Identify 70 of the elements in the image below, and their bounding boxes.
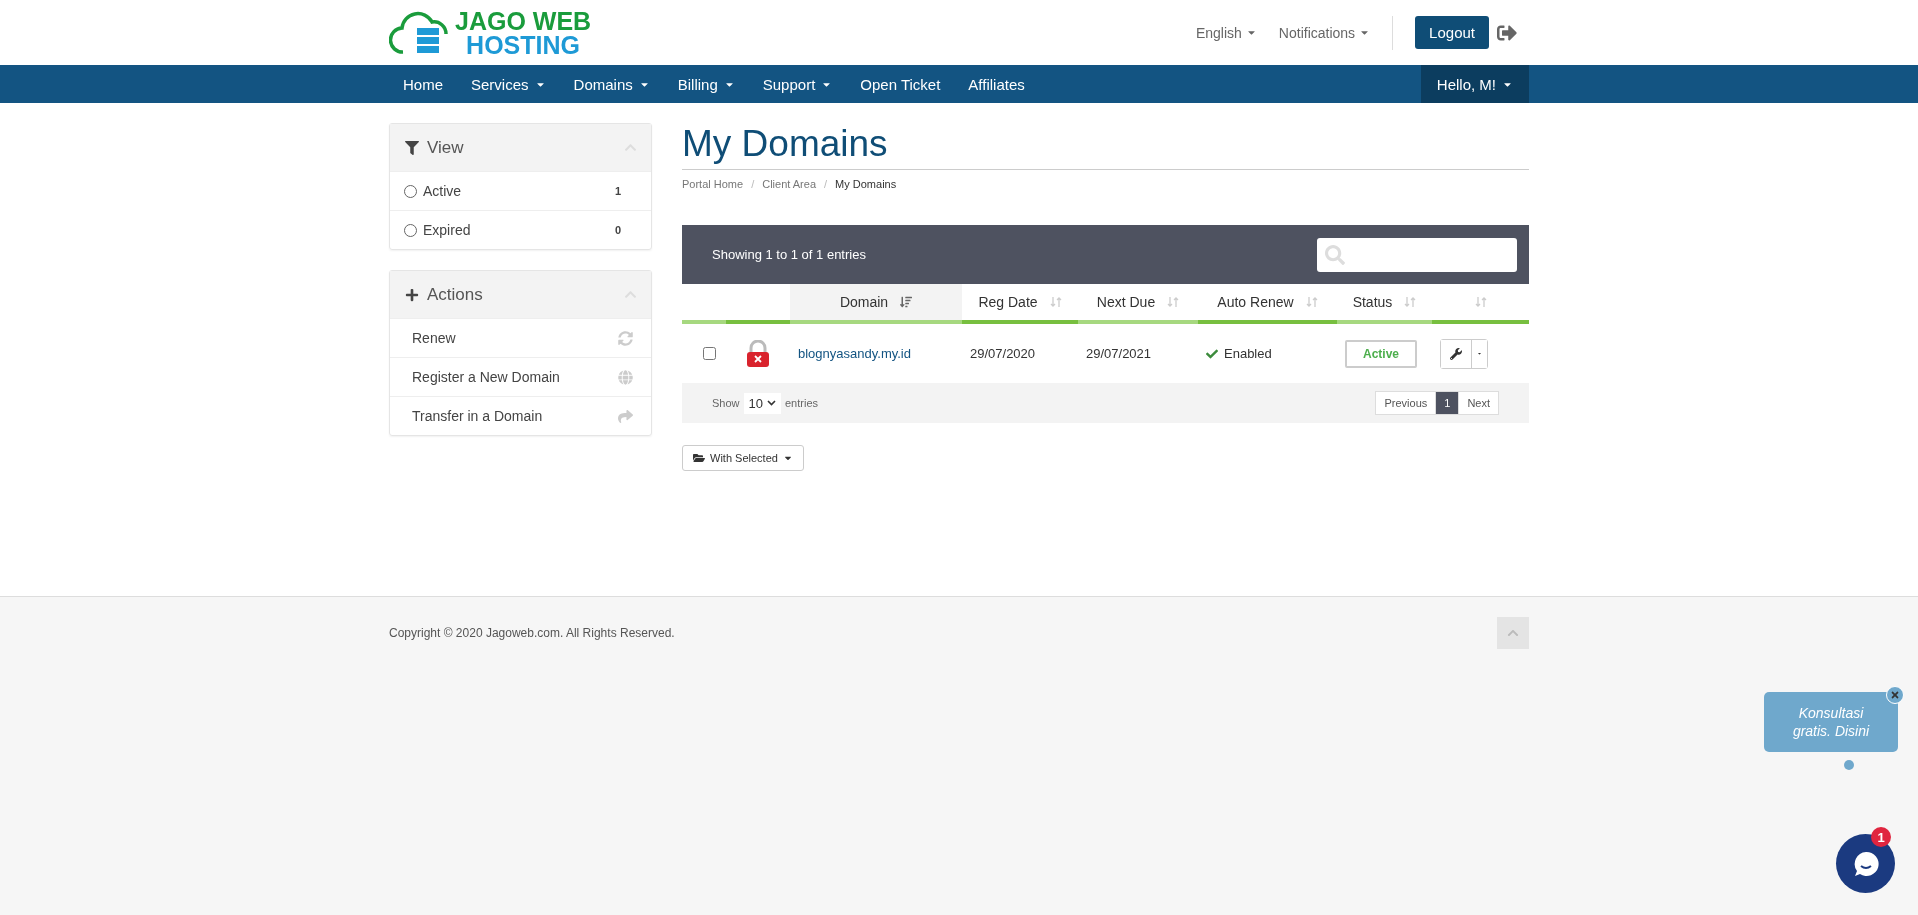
- breadcrumb-separator: /: [824, 178, 828, 190]
- with-selected-button[interactable]: With Selected: [682, 445, 804, 471]
- pagination-button[interactable]: Previous: [1375, 391, 1437, 415]
- chevron-down-icon: [767, 400, 776, 406]
- sort-icon: [1049, 296, 1062, 308]
- nav-item[interactable]: Billing: [663, 65, 749, 103]
- nav-item[interactable]: Support: [748, 65, 847, 103]
- share-arrow-icon: [618, 408, 633, 424]
- breadcrumb-link[interactable]: Portal Home: [682, 178, 744, 190]
- page-title: My Domains: [682, 123, 1529, 170]
- nav-item[interactable]: Services: [457, 65, 560, 103]
- top-menu-link[interactable]: English: [1195, 24, 1257, 41]
- breadcrumb-separator: /: [751, 178, 755, 190]
- page-size-select[interactable]: 10: [743, 392, 781, 414]
- status-label: Active: [1345, 339, 1418, 368]
- filter-label: Expired: [423, 222, 471, 238]
- pagination-button[interactable]: Next: [1458, 391, 1499, 415]
- padlock-icon: [746, 339, 770, 368]
- search-icon: [1325, 244, 1345, 265]
- table-cell: Enabled: [1224, 346, 1272, 361]
- copyright-text: Copyright © 2020 Jagoweb.com. All Rights Reserved.: [389, 626, 675, 640]
- count-label: 1: [614, 185, 621, 197]
- search-field[interactable]: [1317, 237, 1517, 272]
- refresh-icon: [618, 330, 633, 346]
- pagination-button[interactable]: 1: [1435, 391, 1460, 415]
- filter-icon: [405, 140, 419, 155]
- domain-link[interactable]: blognyasandy.my.id: [798, 346, 911, 361]
- panel-title: View: [427, 137, 464, 158]
- check-icon: [1206, 347, 1218, 360]
- action-link[interactable]: Transfer in a Domain: [390, 396, 651, 435]
- filter-label: Active: [423, 183, 462, 199]
- logout-button[interactable]: Logout: [1415, 16, 1489, 49]
- plus-icon: [405, 287, 419, 302]
- sort-icon: [1404, 296, 1417, 308]
- count-label: 0: [614, 224, 621, 236]
- top-menu-link[interactable]: Notifications: [1278, 24, 1371, 41]
- action-link[interactable]: Renew: [390, 318, 651, 357]
- entries-label: entries: [785, 397, 819, 409]
- sort-icon: [1305, 296, 1318, 308]
- current-page-label: My Domains: [835, 178, 897, 190]
- nav-item[interactable]: Affiliates: [954, 65, 1039, 103]
- user-menu[interactable]: Hello, M!: [1420, 65, 1529, 103]
- globe-icon: [618, 369, 633, 385]
- column-header[interactable]: Domain: [790, 284, 962, 324]
- action-link[interactable]: Register a New Domain: [390, 357, 651, 396]
- logo[interactable]: JAGO WEB HOSTING: [389, 7, 592, 58]
- chevron-up-icon: [1507, 627, 1519, 639]
- sort-icon: [1474, 296, 1487, 308]
- logo-text: HOSTING: [466, 32, 580, 57]
- logo-text: JAGO WEB: [455, 8, 592, 33]
- folder-icon: [693, 452, 705, 464]
- nav-item[interactable]: Open Ticket: [846, 65, 955, 103]
- filter-option[interactable]: Expired 0: [390, 210, 651, 249]
- nav-item[interactable]: Home: [389, 65, 457, 103]
- radio-button[interactable]: [404, 184, 417, 198]
- radio-button[interactable]: [404, 223, 417, 237]
- bubble-tail-dot: [1844, 760, 1854, 770]
- table-cell: 29/07/2021: [1086, 346, 1152, 361]
- show-label: Show: [712, 397, 740, 409]
- row-checkbox[interactable]: [702, 347, 716, 360]
- panel-title: Actions: [427, 284, 483, 305]
- wrench-icon: [1450, 347, 1462, 360]
- filter-option[interactable]: Active 1: [390, 171, 651, 210]
- sort-icon: [1167, 296, 1180, 308]
- entries-info: Showing 1 to 1 of 1 entries: [712, 247, 866, 262]
- breadcrumb-link[interactable]: Client Area: [762, 178, 816, 190]
- action-button-group[interactable]: [1440, 338, 1488, 369]
- sort-icon: [900, 296, 913, 308]
- nav-item[interactable]: Domains: [559, 65, 664, 103]
- table-cell: 29/07/2020: [970, 346, 1036, 361]
